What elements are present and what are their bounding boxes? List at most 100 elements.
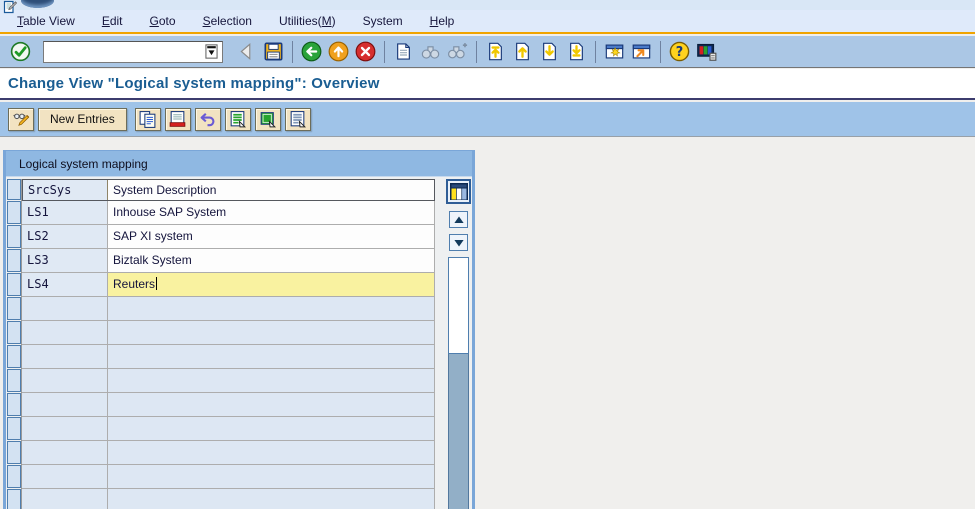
scrollbar-track[interactable] [448,354,469,509]
row-selector[interactable] [7,345,21,368]
cell-srcsys[interactable] [22,489,108,509]
cell-description[interactable] [108,393,435,417]
table-row: LS4 Reuters [22,273,435,297]
menu-item-table-view[interactable]: Table View [17,14,75,28]
content-area: Logical system mapping SrcSys System Desc… [0,138,975,509]
new-session-icon[interactable] [602,39,627,64]
row-selector[interactable] [7,417,21,440]
toolbar-separator [595,40,596,63]
page-up-icon[interactable] [510,39,535,64]
table-empty-row [22,465,435,489]
select-all-button[interactable] [224,107,251,131]
cell-srcsys[interactable] [22,465,108,489]
page-down-icon[interactable] [537,39,562,64]
cell-description[interactable]: Biztalk System [108,249,435,273]
table-row: LS3 Biztalk System [22,249,435,273]
row-selector[interactable] [7,249,21,272]
enter-check-icon[interactable] [8,39,33,64]
deselect-all-button[interactable] [284,107,311,131]
menu-item-utilities-m[interactable]: Utilities(M) [279,14,336,28]
row-selector[interactable] [7,273,21,296]
command-input[interactable] [46,43,205,60]
find-icon[interactable] [418,39,443,64]
find-next-icon[interactable] [445,39,470,64]
cell-srcsys[interactable]: LS1 [22,201,108,225]
row-selector[interactable] [7,201,21,224]
back-icon[interactable] [299,39,324,64]
menu-item-help[interactable]: Help [430,14,455,28]
command-history-icon[interactable] [205,43,220,60]
sap-logo-partial [21,0,54,8]
select-block-button[interactable] [254,107,281,131]
cell-description[interactable] [108,441,435,465]
table-empty-row [22,297,435,321]
page-title: Change View "Logical system mapping": Ov… [8,75,380,92]
table-settings-button[interactable] [446,179,471,204]
table-empty-row [22,345,435,369]
table-empty-row [22,369,435,393]
row-selector[interactable] [7,297,21,320]
first-page-icon[interactable] [483,39,508,64]
customize-layout-icon[interactable] [694,39,719,64]
copy-as-button[interactable] [134,107,161,131]
row-selector[interactable] [7,369,21,392]
row-selector[interactable] [7,321,21,344]
table-row: LS2 SAP XI system [22,225,435,249]
undo-change-button[interactable] [194,107,221,131]
cell-srcsys[interactable] [22,345,108,369]
row-selector[interactable] [7,441,21,464]
row-selector[interactable] [7,393,21,416]
cell-description[interactable]: Inhouse SAP System [108,201,435,225]
exit-icon[interactable] [326,39,351,64]
menu-item-selection[interactable]: Selection [203,14,252,28]
logical-system-mapping-group: Logical system mapping SrcSys System Desc… [3,150,475,509]
table-row: LS1 Inhouse SAP System [22,201,435,225]
cell-srcsys[interactable]: LS4 [22,273,108,297]
last-page-icon[interactable] [564,39,589,64]
cell-description[interactable] [108,297,435,321]
cell-srcsys[interactable]: LS3 [22,249,108,273]
table-empty-row [22,321,435,345]
group-header: Logical system mapping [6,151,472,177]
scrollbar-thumb[interactable] [448,257,469,354]
cell-description[interactable] [108,369,435,393]
select-all-rows-button[interactable] [7,179,21,200]
delete-line-button[interactable] [164,107,191,131]
scroll-down-button[interactable] [449,234,468,251]
back-triangle-icon[interactable] [234,39,259,64]
print-icon[interactable] [391,39,416,64]
row-selector[interactable] [7,465,21,488]
menu-item-goto[interactable]: Goto [150,14,176,28]
cell-description[interactable] [108,465,435,489]
cancel-icon[interactable] [353,39,378,64]
cell-description[interactable]: Reuters [108,273,435,297]
new-entries-button[interactable]: New Entries [38,107,127,131]
row-selector[interactable] [7,489,21,509]
change-display-button[interactable] [8,107,34,131]
cell-srcsys[interactable] [22,393,108,417]
column-header-srcsys[interactable]: SrcSys [23,180,108,200]
command-field [43,40,223,63]
row-selector[interactable] [7,225,21,248]
cell-srcsys[interactable]: LS2 [22,225,108,249]
cell-description[interactable] [108,345,435,369]
cell-srcsys[interactable] [22,417,108,441]
cell-description[interactable]: SAP XI system [108,225,435,249]
cell-srcsys[interactable] [22,369,108,393]
standard-toolbar: ? [0,36,975,68]
cell-description[interactable] [108,489,435,509]
help-icon[interactable]: ? [667,39,692,64]
cell-srcsys[interactable] [22,297,108,321]
create-shortcut-icon[interactable] [629,39,654,64]
cell-description[interactable] [108,417,435,441]
change-view-doc-icon [2,0,19,14]
scroll-up-button[interactable] [449,211,468,228]
menu-item-edit[interactable]: Edit [102,14,123,28]
cell-srcsys[interactable] [22,321,108,345]
menu-item-system[interactable]: System [363,14,403,28]
cell-description[interactable] [108,321,435,345]
column-header-description[interactable]: System Description [108,180,434,200]
save-icon[interactable] [261,39,286,64]
toolbar-separator [292,40,293,63]
cell-srcsys[interactable] [22,441,108,465]
